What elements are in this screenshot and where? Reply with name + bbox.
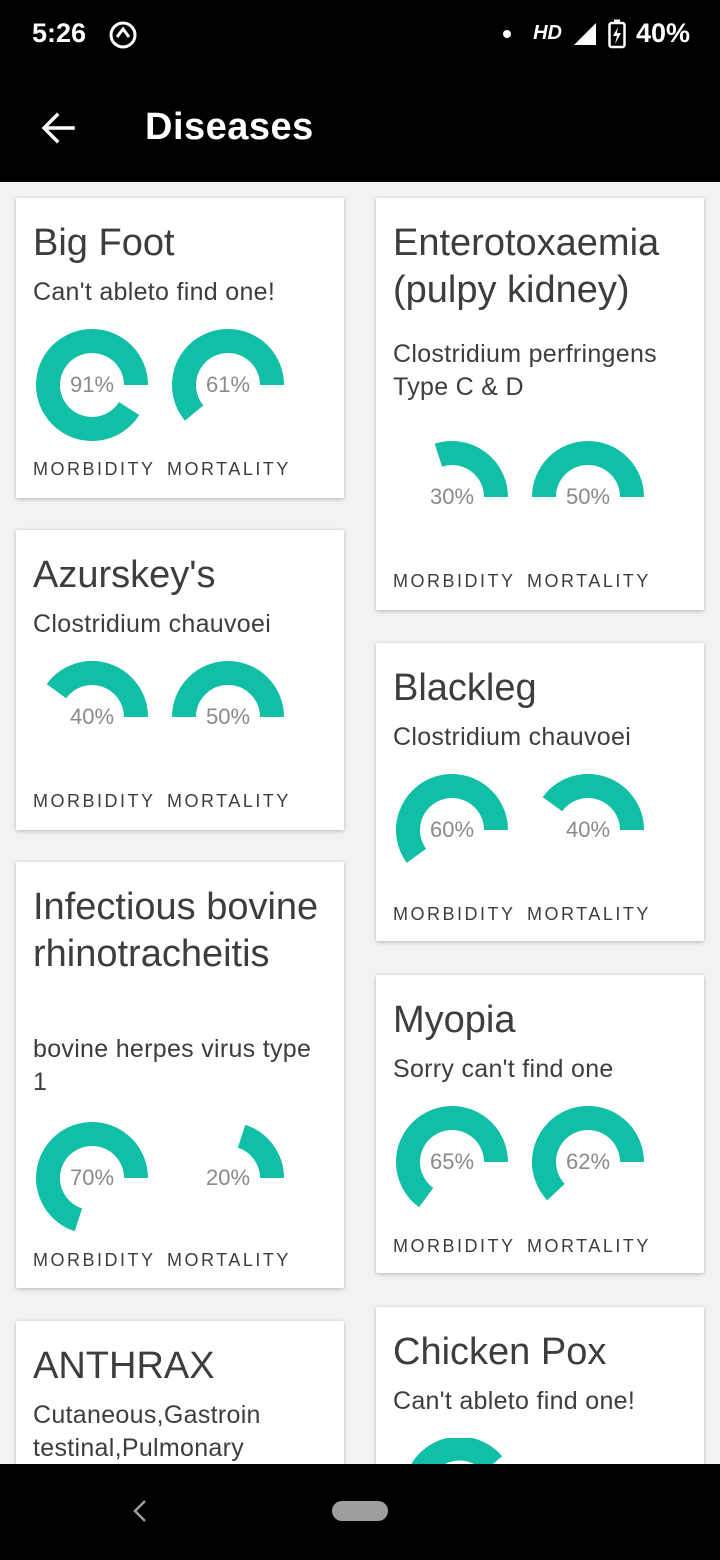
mortality-label: MORTALITY xyxy=(167,1250,291,1270)
disease-card[interactable]: Myopia Sorry can't find one 65% 62% MORB… xyxy=(376,975,704,1273)
mortality-gauge: 50% xyxy=(172,661,284,773)
disease-cause: Clostridium perfringens Type C & D xyxy=(393,340,657,401)
status-time: 5:26 xyxy=(32,18,87,48)
app-bar: Diseases xyxy=(0,72,720,182)
disease-cause: Can't ableto find one! xyxy=(33,278,276,306)
mortality-gauge: 20% xyxy=(172,1122,284,1234)
morbidity-value: 65% xyxy=(429,1149,475,1174)
morbidity-label: MORBIDITY xyxy=(33,791,156,811)
morbidity-value: 91% xyxy=(69,372,115,397)
disease-card[interactable]: Azurskey's Clostridium chauvoei 40% 50% … xyxy=(16,530,344,830)
disease-name: Enterotoxaemia (pulpy kidney) xyxy=(393,222,660,311)
disease-name: Infectious bovine rhinotracheitis xyxy=(33,886,319,975)
disease-name: Blackleg xyxy=(393,667,537,709)
mortality-value: 61% xyxy=(205,372,251,397)
morbidity-label: MORBIDITY xyxy=(33,1250,156,1270)
mortality-label: MORTALITY xyxy=(527,1236,651,1256)
status-indicators: HD 40% xyxy=(503,18,690,49)
mortality-value: 62% xyxy=(565,1149,611,1174)
morbidity-gauge: 30% xyxy=(396,441,508,553)
disease-name: ANTHRAX xyxy=(33,1345,215,1387)
mortality-value: 50% xyxy=(205,704,251,729)
morbidity-label: MORBIDITY xyxy=(393,904,516,924)
morbidity-label: MORBIDITY xyxy=(33,459,156,479)
nav-back-icon[interactable] xyxy=(125,1496,155,1526)
mortality-gauge: 40% xyxy=(532,774,644,886)
morbidity-value: 30% xyxy=(429,484,475,509)
mortality-label: MORTALITY xyxy=(167,791,291,811)
disease-name: Myopia xyxy=(393,999,516,1041)
morbidity-label: MORBIDITY xyxy=(393,571,516,591)
disease-cause: Cutaneous,Gastroin testinal,Pulmonary xyxy=(33,1401,261,1462)
morbidity-gauge: 91% xyxy=(36,329,148,441)
mortality-gauge: 62% xyxy=(532,1106,644,1218)
back-button[interactable] xyxy=(30,100,86,156)
disease-card[interactable]: Chicken Pox Can't ableto find one! xyxy=(376,1307,704,1464)
disease-card[interactable]: Infectious bovine rhinotracheitis bovine… xyxy=(16,862,344,1288)
disease-card[interactable]: Big Foot Can't ableto find one! 91% 61% … xyxy=(16,198,344,498)
page-title: Diseases xyxy=(145,106,314,148)
nav-home-pill[interactable] xyxy=(332,1501,388,1521)
mortality-label: MORTALITY xyxy=(527,571,651,591)
battery-percentage: 40% xyxy=(635,18,690,48)
disease-card[interactable]: Blackleg Clostridium chauvoei 60% 40% MO… xyxy=(376,643,704,941)
morbidity-gauge: 60% xyxy=(396,774,508,886)
disease-cause: Clostridium chauvoei xyxy=(393,723,632,751)
morbidity-value: 60% xyxy=(429,817,475,842)
network-type: HD xyxy=(533,22,562,44)
mortality-label: MORTALITY xyxy=(167,459,291,479)
morbidity-gauge: 40% xyxy=(36,661,148,773)
morbidity-value: 70% xyxy=(69,1165,115,1190)
disease-card[interactable]: Enterotoxaemia (pulpy kidney) Clostridiu… xyxy=(376,198,704,610)
mortality-value: 40% xyxy=(565,817,611,842)
disease-cause: Can't ableto find one! xyxy=(393,1387,636,1415)
mortality-value: 20% xyxy=(205,1165,251,1190)
notification-dot-icon xyxy=(503,29,512,38)
disease-cause: bovine herpes virus type 1 xyxy=(33,1035,312,1096)
notification-app-icon xyxy=(109,21,137,49)
morbidity-label: MORBIDITY xyxy=(393,1236,516,1256)
disease-cause: Sorry can't find one xyxy=(393,1055,614,1083)
mortality-gauge: 50% xyxy=(532,441,644,553)
morbidity-gauge: 70% xyxy=(36,1122,148,1234)
signal-icon xyxy=(573,22,596,45)
mortality-gauge: 61% xyxy=(172,329,284,441)
disease-grid: Big Foot Can't ableto find one! 91% 61% … xyxy=(0,182,720,1464)
morbidity-gauge xyxy=(396,1436,508,1464)
battery-charging-icon xyxy=(608,19,626,48)
disease-name: Azurskey's xyxy=(33,554,216,596)
status-bar: 5:26 HD 40% xyxy=(0,0,720,72)
morbidity-value: 40% xyxy=(69,704,115,729)
disease-cause: Clostridium chauvoei xyxy=(33,610,272,638)
disease-name: Chicken Pox xyxy=(393,1331,607,1373)
disease-card[interactable]: ANTHRAX Cutaneous,Gastroin testinal,Pulm… xyxy=(16,1321,344,1464)
mortality-label: MORTALITY xyxy=(527,904,651,924)
disease-name: Big Foot xyxy=(33,222,175,264)
arrow-back-icon xyxy=(41,112,75,144)
morbidity-gauge: 65% xyxy=(396,1106,508,1218)
mortality-value: 50% xyxy=(565,484,611,509)
